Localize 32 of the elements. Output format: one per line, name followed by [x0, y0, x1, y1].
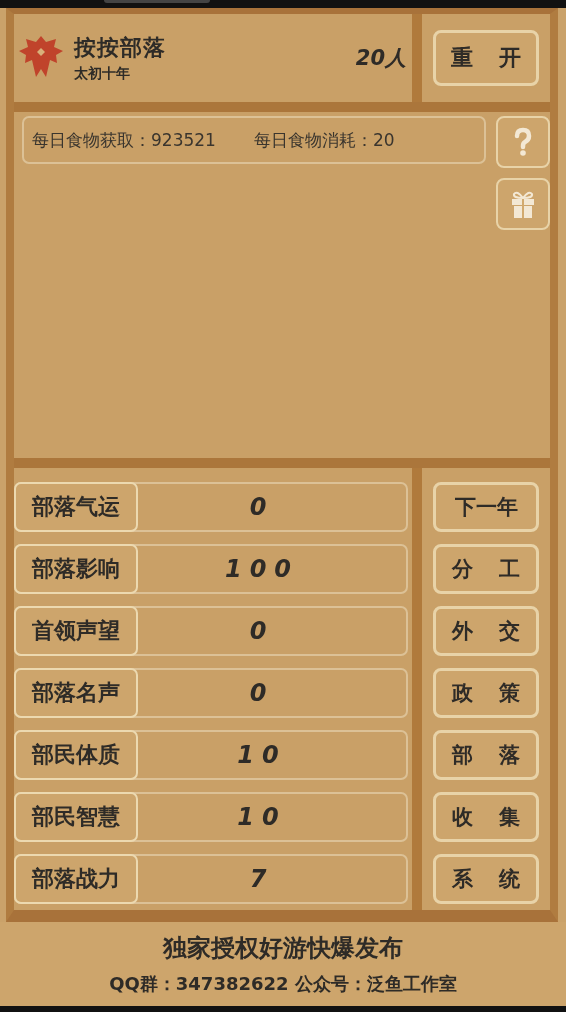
stat-label: 部民体质	[14, 730, 138, 780]
stat-label: 部落战力	[14, 854, 138, 904]
stat-label: 部落名声	[14, 668, 138, 718]
stat-value: 0	[248, 493, 276, 521]
stat-value: 0	[248, 617, 276, 645]
help-button[interactable]	[496, 116, 550, 168]
stat-label: 部落影响	[14, 544, 138, 594]
action-button[interactable]: 下一年	[433, 482, 539, 532]
food-consumption: 每日食物消耗：20	[253, 128, 395, 152]
population-count: 20人	[355, 45, 406, 72]
publisher-notice: 独家授权好游快爆发布	[163, 933, 403, 964]
action-button[interactable]: 政 策	[433, 668, 539, 718]
stat-label: 部落气运	[14, 482, 138, 532]
stat-value: 7	[248, 865, 276, 893]
stat-label: 首领声望	[14, 606, 138, 656]
action-button[interactable]: 收 集	[433, 792, 539, 842]
contact-info: QQ群：347382622 公众号：泛鱼工作室	[109, 972, 457, 996]
food-income: 每日食物获取：923521	[32, 128, 216, 152]
stat-value: 10	[236, 741, 288, 769]
year-label: 太初十年	[74, 65, 131, 83]
tribe-name: 按按部落	[74, 34, 167, 62]
action-button[interactable]: 系 统	[433, 854, 539, 904]
restart-button[interactable]: 重 开	[433, 30, 539, 86]
gift-button[interactable]	[496, 178, 550, 230]
gift-icon	[509, 189, 537, 219]
stat-label: 部民智慧	[14, 792, 138, 842]
stat-value: 100	[223, 555, 301, 583]
action-button[interactable]: 外 交	[433, 606, 539, 656]
action-button[interactable]: 分 工	[433, 544, 539, 594]
stat-value: 0	[248, 679, 276, 707]
stat-value: 10	[236, 803, 288, 831]
action-button[interactable]: 部 落	[433, 730, 539, 780]
